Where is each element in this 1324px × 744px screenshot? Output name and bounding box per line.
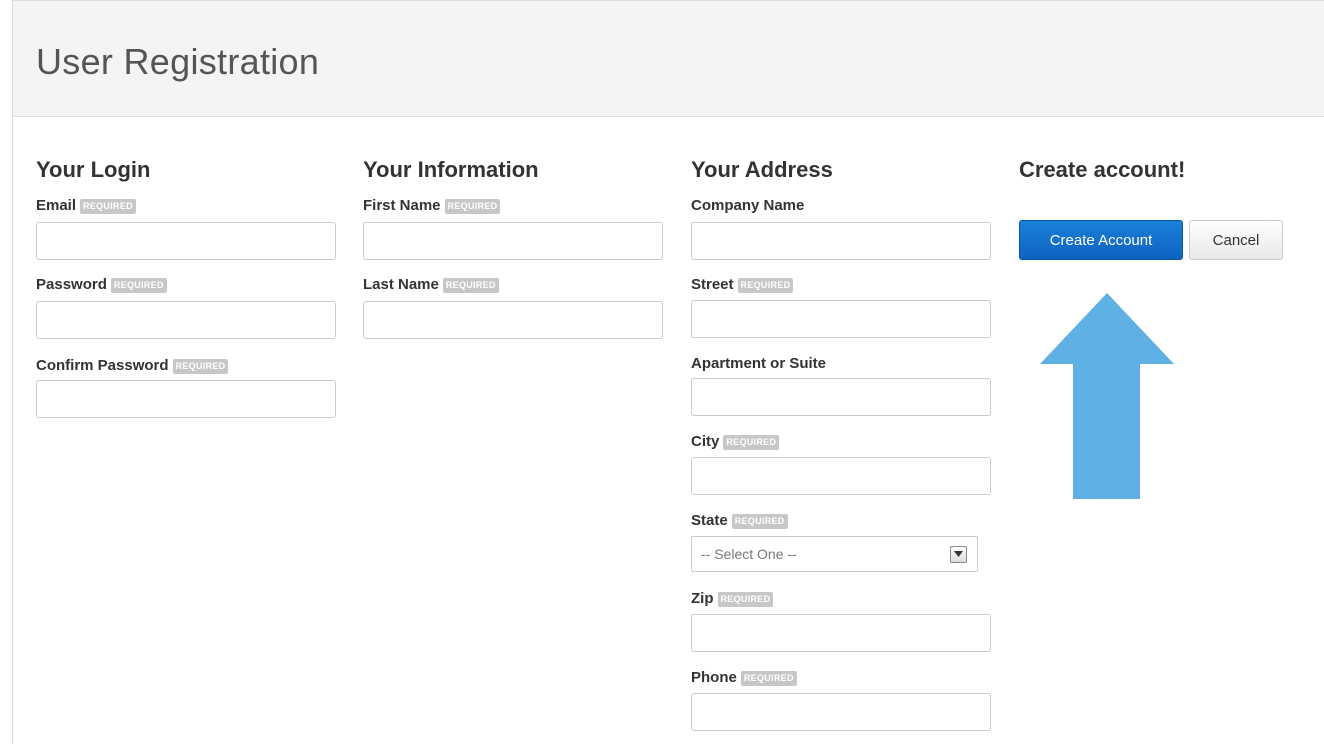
first-name-label-row: First Name REQUIRED	[363, 196, 501, 216]
required-badge: REQUIRED	[740, 670, 797, 686]
phone-label-row: Phone REQUIRED	[691, 668, 797, 688]
state-select-value: -- Select One --	[701, 546, 797, 562]
last-name-label: Last Name	[363, 276, 439, 293]
information-heading: Your Information	[363, 157, 539, 182]
required-badge: REQUIRED	[717, 591, 774, 607]
street-label: Street	[691, 276, 734, 293]
address-section: Your Address Company Name Street REQUIRE…	[691, 155, 991, 731]
information-section: Your Information First Name REQUIRED Las…	[363, 155, 663, 339]
company-name-field[interactable]	[691, 222, 991, 260]
up-arrow-icon	[1040, 293, 1174, 499]
login-heading: Your Login	[36, 157, 151, 182]
required-badge: REQUIRED	[737, 277, 794, 293]
cancel-button[interactable]: Cancel	[1189, 220, 1283, 260]
city-field[interactable]	[691, 457, 991, 495]
required-badge: REQUIRED	[110, 277, 167, 293]
required-badge: REQUIRED	[723, 434, 780, 450]
company-name-label: Company Name	[691, 197, 805, 214]
last-name-field[interactable]	[363, 301, 663, 339]
apartment-label-row: Apartment or Suite	[691, 354, 826, 374]
phone-label: Phone	[691, 669, 737, 686]
page-title: User Registration	[36, 41, 320, 82]
password-label: Password	[36, 276, 107, 293]
required-badge: REQUIRED	[731, 513, 788, 529]
first-name-label: First Name	[363, 197, 441, 214]
required-badge: REQUIRED	[444, 198, 501, 214]
zip-label-row: Zip REQUIRED	[691, 589, 774, 609]
street-field[interactable]	[691, 300, 991, 338]
street-label-row: Street REQUIRED	[691, 275, 794, 295]
confirm-password-label-row: Confirm Password REQUIRED	[36, 356, 229, 376]
required-badge: REQUIRED	[80, 198, 136, 214]
email-label: Email	[36, 197, 77, 214]
address-heading: Your Address	[691, 157, 833, 182]
create-account-heading: Create account!	[1019, 157, 1186, 182]
confirm-password-label: Confirm Password	[36, 357, 169, 374]
login-section: Your Login Email REQUIRED Password REQUI…	[36, 155, 336, 418]
state-select[interactable]: -- Select One --	[691, 536, 978, 572]
page-header: User Registration	[13, 1, 1324, 117]
confirm-password-field[interactable]	[36, 380, 336, 418]
state-label: State	[691, 512, 728, 529]
email-label-row: Email REQUIRED	[36, 196, 136, 216]
password-field[interactable]	[36, 301, 336, 339]
apartment-label: Apartment or Suite	[691, 355, 827, 372]
last-name-label-row: Last Name REQUIRED	[363, 275, 499, 295]
required-badge: REQUIRED	[442, 277, 499, 293]
required-badge: REQUIRED	[172, 358, 229, 374]
zip-label: Zip	[691, 590, 714, 607]
company-label-row: Company Name	[691, 196, 804, 216]
city-label: City	[691, 433, 720, 450]
chevron-down-icon[interactable]	[950, 545, 967, 563]
zip-field[interactable]	[691, 614, 991, 652]
first-name-field[interactable]	[363, 222, 663, 260]
create-account-button[interactable]: Create Account	[1019, 220, 1183, 260]
create-account-section: Create account!	[1019, 155, 1185, 185]
apartment-field[interactable]	[691, 378, 991, 416]
state-label-row: State REQUIRED	[691, 511, 788, 531]
phone-field[interactable]	[691, 693, 991, 731]
city-label-row: City REQUIRED	[691, 432, 780, 452]
email-field[interactable]	[36, 222, 336, 260]
password-label-row: Password REQUIRED	[36, 275, 167, 295]
